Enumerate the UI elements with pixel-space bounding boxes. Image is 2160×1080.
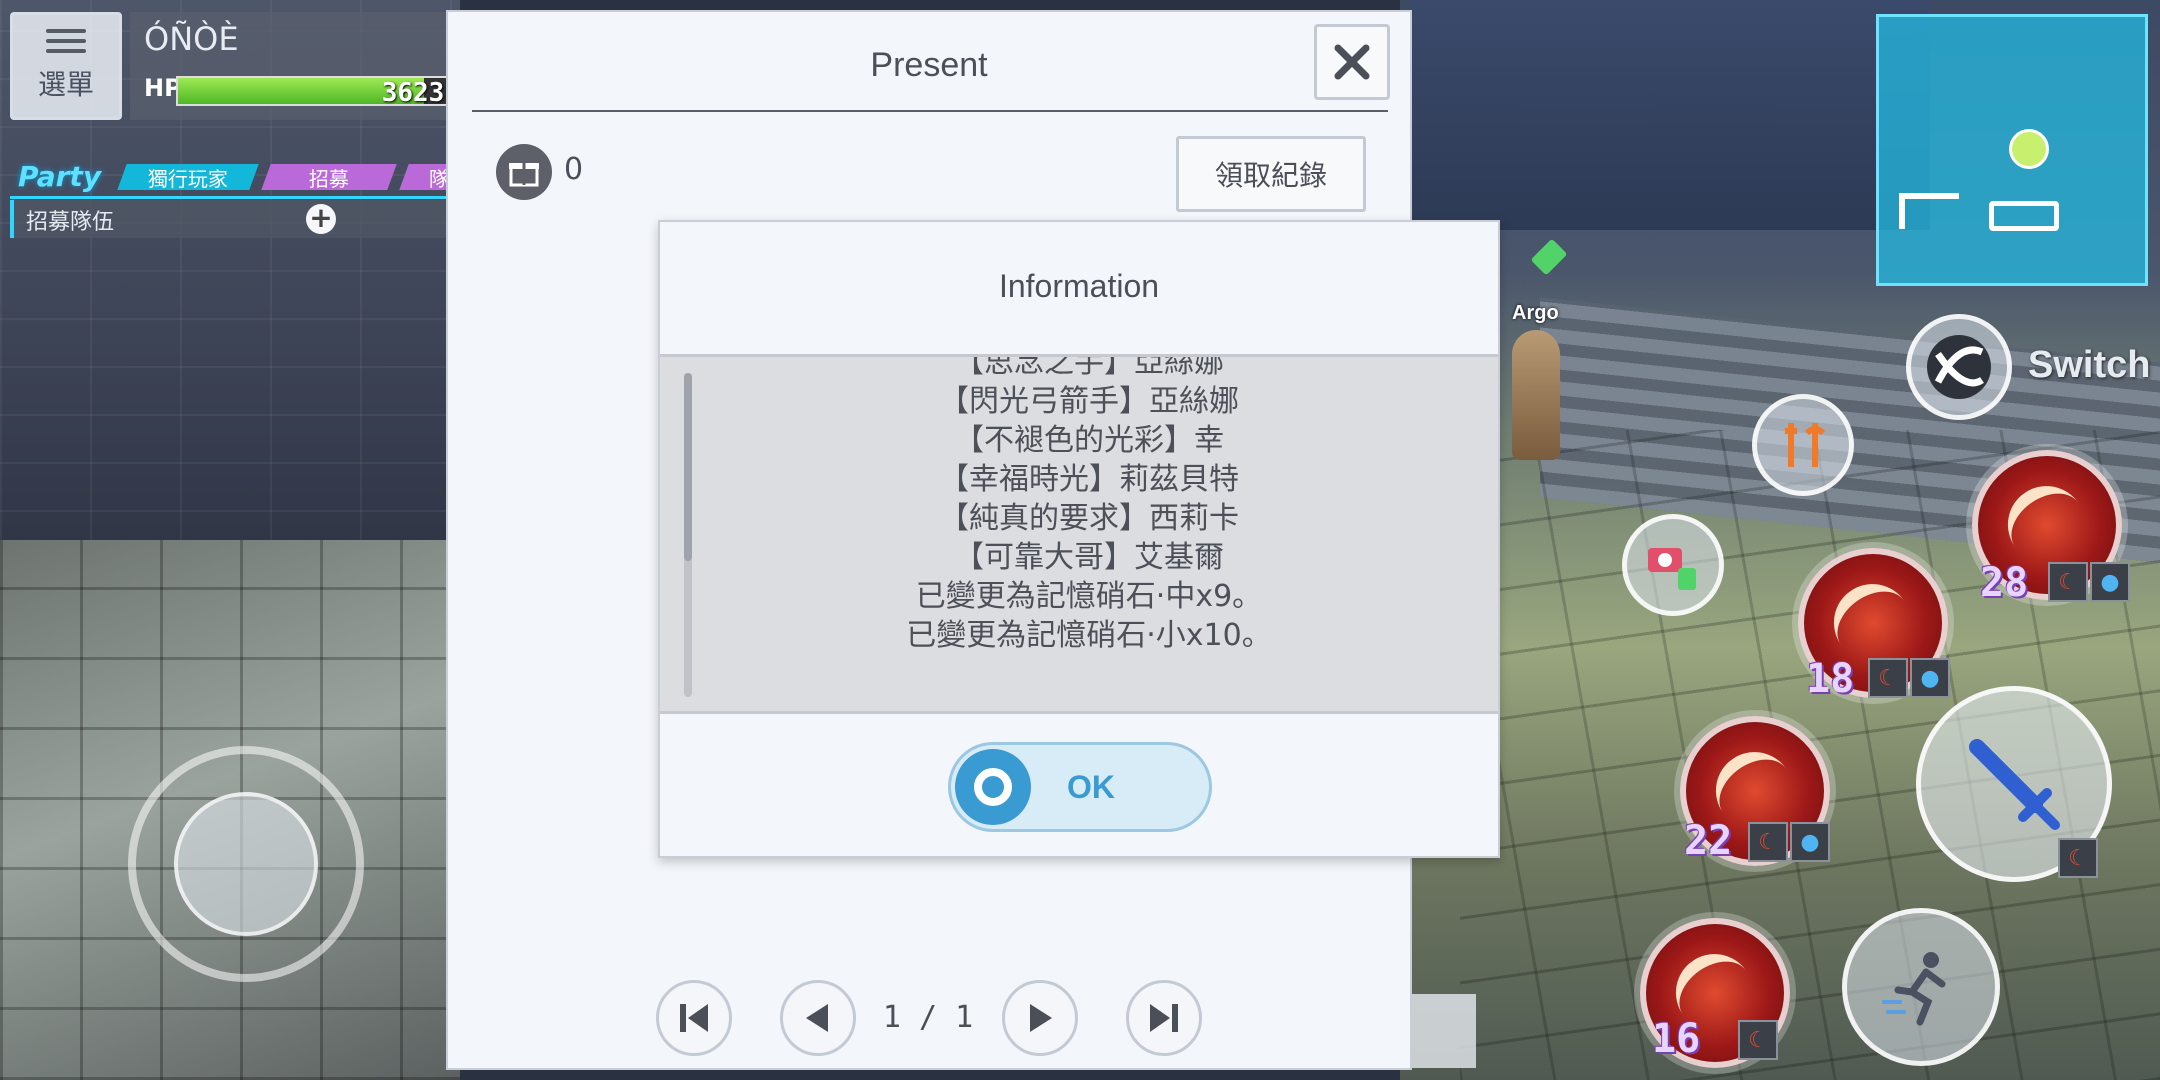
message-line: 【思念之手】亞絲娜	[954, 354, 1224, 380]
message-line: 【可靠大哥】艾基爾	[954, 540, 1224, 575]
title-divider	[472, 110, 1388, 112]
water-element-icon: ●	[2090, 562, 2130, 602]
minimap-building-icon	[1989, 201, 2059, 231]
message-line: 【幸福時光】莉茲貝特	[939, 462, 1239, 497]
message-line: 已變更為記憶硝石‧小x10。	[906, 618, 1272, 653]
gift-icon	[496, 144, 552, 200]
message-line: 已變更為記憶硝石‧中x9。	[915, 579, 1263, 614]
party-tab-recruit[interactable]: 招募	[261, 164, 397, 191]
message-scrollbar-thumb[interactable]	[684, 373, 692, 561]
hamburger-menu-icon	[46, 29, 86, 53]
joystick-knob[interactable]	[174, 792, 318, 936]
movement-joystick[interactable]	[128, 746, 364, 982]
message-line: 【純真的要求】西莉卡	[939, 501, 1239, 536]
close-icon	[1334, 44, 1370, 80]
menu-button-label: 選單	[37, 68, 94, 101]
dash-button[interactable]	[1842, 908, 2000, 1066]
fire-element-icon: ☾	[1868, 658, 1908, 698]
minimap[interactable]	[1876, 14, 2148, 286]
first-page-icon	[680, 1004, 708, 1032]
player-status-panel: ÓÑÒÈ HP 36238	[130, 12, 466, 120]
message-scrollbar[interactable]	[684, 373, 692, 697]
previous-page-icon	[806, 1004, 828, 1032]
minimap-player-icon	[2009, 129, 2049, 169]
hp-bar: 36238	[176, 76, 466, 108]
information-message-area[interactable]: 【思念之手】亞絲娜 【閃光弓箭手】亞絲娜 【不褪色的光彩】幸 【幸福時光】莉茲貝…	[660, 354, 1498, 714]
skill-2-cooldown: 18	[1806, 656, 1855, 702]
information-modal: Information 【思念之手】亞絲娜 【閃光弓箭手】亞絲娜 【不褪色的光彩…	[658, 220, 1500, 858]
last-page-icon	[1150, 1004, 1178, 1032]
claim-history-button[interactable]: 領取紀錄	[1176, 136, 1366, 212]
fire-element-icon: ☾	[1738, 1020, 1778, 1060]
gift-count: 0	[564, 152, 584, 187]
previous-page-button[interactable]	[780, 980, 856, 1056]
party-label: Party	[18, 160, 102, 193]
skill-3-cooldown: 22	[1684, 818, 1733, 864]
npc-name-label: Argo	[1512, 302, 1559, 324]
recruit-party-row[interactable]: 招募隊伍 +	[10, 200, 460, 238]
ok-button-label: OK	[1067, 769, 1115, 805]
fire-element-icon: ☾	[2058, 838, 2098, 878]
last-page-button[interactable]	[1126, 980, 1202, 1056]
minimap-shop-icon	[1899, 193, 1959, 229]
message-line: 【閃光弓箭手】亞絲娜	[939, 384, 1239, 419]
recruit-party-label: 招募隊伍	[26, 210, 115, 235]
switch-label: Switch	[2028, 344, 2151, 386]
next-page-button[interactable]	[1002, 980, 1078, 1056]
information-message: 【思念之手】亞絲娜 【閃光弓箭手】亞絲娜 【不褪色的光彩】幸 【幸福時光】莉茲貝…	[700, 354, 1478, 655]
menu-button[interactable]: 選單	[10, 12, 122, 120]
skill-4-cooldown: 16	[1652, 1016, 1701, 1062]
page-indicator: 1 / 1	[882, 1000, 974, 1035]
camera-button[interactable]	[1622, 514, 1724, 616]
skill-1-cooldown: 28	[1980, 560, 2029, 606]
water-element-icon: ●	[1790, 822, 1830, 862]
chat-toggle[interactable]	[1412, 994, 1476, 1068]
weapon-swap-button[interactable]	[1752, 394, 1854, 496]
party-divider	[10, 196, 460, 199]
confirm-circle-icon	[955, 749, 1031, 825]
add-party-icon[interactable]: +	[306, 204, 336, 234]
pager: 1 / 1	[448, 972, 1410, 1062]
close-button[interactable]	[1314, 24, 1390, 100]
present-title: Present	[870, 46, 988, 84]
party-tab-solo[interactable]: 獨行玩家	[117, 164, 259, 191]
next-page-icon	[1030, 1004, 1052, 1032]
fire-element-icon: ☾	[1748, 822, 1788, 862]
npc-character[interactable]	[1512, 330, 1560, 460]
camera-icon	[1648, 548, 1696, 590]
player-name: ÓÑÒÈ	[144, 20, 239, 58]
water-element-icon: ●	[1910, 658, 1950, 698]
party-bar: Party 獨行玩家 招募 隊	[10, 160, 479, 194]
sword-icon	[1969, 739, 2060, 830]
ok-button[interactable]: OK	[948, 742, 1212, 832]
information-title: Information	[998, 268, 1160, 304]
weapon-swap-icon	[1785, 423, 1826, 467]
message-line: 【不褪色的光彩】幸	[954, 423, 1224, 458]
scene-building	[1410, 0, 1930, 230]
switch-button[interactable]	[1906, 314, 2012, 420]
sprint-icon	[1882, 952, 1946, 1026]
fire-element-icon: ☾	[2048, 562, 2088, 602]
party-tab-solo-label: 獨行玩家	[148, 166, 228, 191]
party-tab-recruit-label: 招募	[309, 166, 349, 191]
first-page-button[interactable]	[656, 980, 732, 1056]
switch-icon	[1927, 335, 1991, 399]
